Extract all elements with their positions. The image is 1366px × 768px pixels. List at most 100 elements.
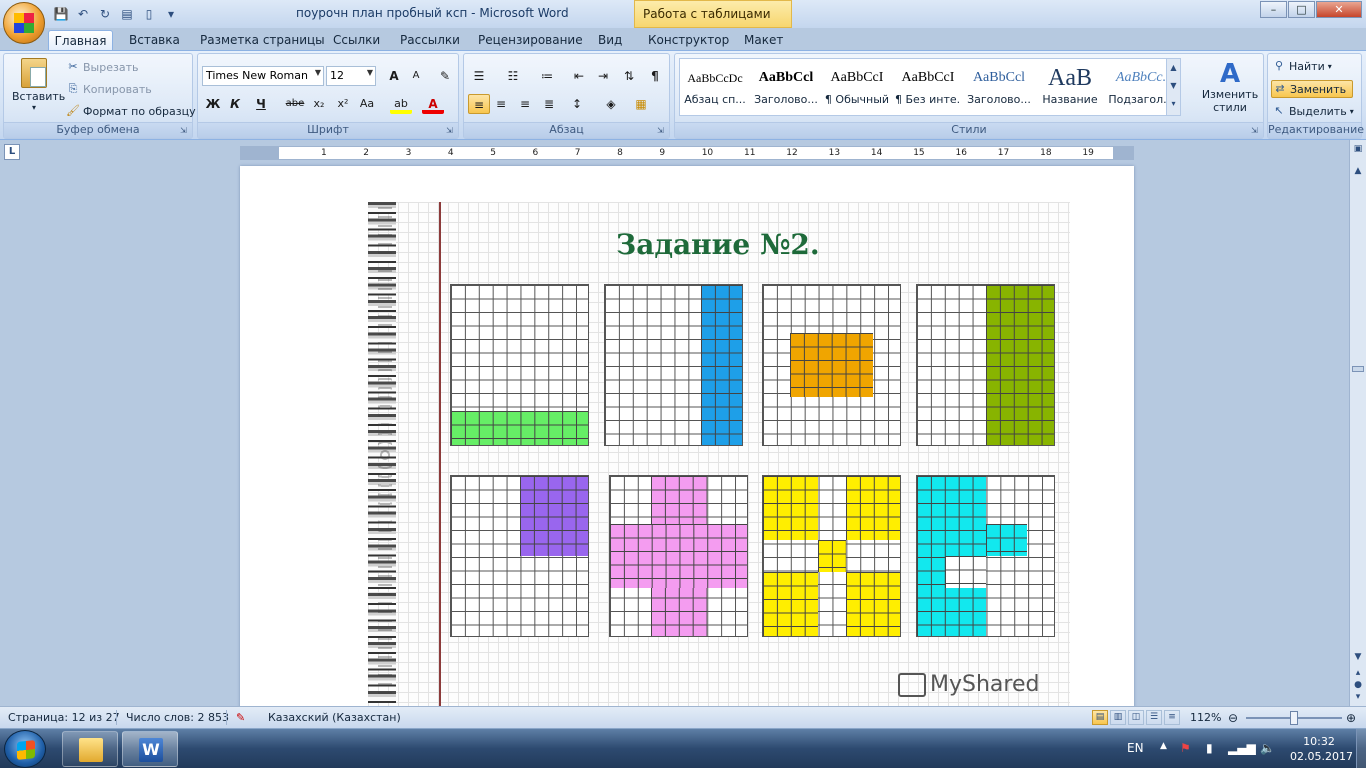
numbering-icon[interactable]: ☷	[502, 66, 524, 86]
cut-button[interactable]: ✂ Вырезать	[66, 60, 138, 74]
clear-format-icon[interactable]: ✎	[434, 66, 456, 86]
style-item-no-spacing[interactable]: AaBbCcI ¶ Без инте...	[895, 61, 961, 113]
paragraph-launcher-icon[interactable]: ⇲	[657, 126, 667, 136]
redo-icon[interactable]: ↻	[96, 5, 114, 23]
print-layout-icon[interactable]: ▤	[1092, 710, 1108, 725]
scroll-thumb[interactable]	[1352, 366, 1364, 372]
next-page-icon[interactable]: ▾	[1351, 690, 1365, 704]
increase-indent-icon[interactable]: ⇥	[592, 66, 614, 86]
vertical-scrollbar[interactable]: ▣ ▲ ▼ ▴ ● ▾	[1349, 140, 1366, 706]
tab-home[interactable]: Главная	[48, 30, 113, 50]
font-size-combo[interactable]: 12 ▼	[326, 66, 376, 86]
zoom-slider-thumb[interactable]	[1290, 711, 1298, 725]
action-center-icon[interactable]: ⚑	[1180, 741, 1191, 755]
style-item-normal[interactable]: AaBbCcI ¶ Обычный	[824, 61, 890, 113]
font-name-combo[interactable]: Times New Roman ▼	[202, 66, 324, 86]
language-indicator[interactable]: Казахский (Казахстан)	[268, 711, 401, 724]
tray-expand-icon[interactable]: ▲	[1160, 741, 1167, 751]
change-case-button[interactable]: Aa	[356, 94, 378, 114]
justify-icon[interactable]: ≣	[538, 94, 560, 114]
shrink-font-button[interactable]: A	[405, 66, 427, 86]
scroll-down-icon[interactable]: ▼	[1351, 650, 1365, 664]
copy-button[interactable]: ⎘ Копировать	[66, 82, 152, 96]
align-right-icon[interactable]: ≡	[514, 94, 536, 114]
gallery-scroll[interactable]: ▲ ▼ ▾	[1166, 59, 1180, 115]
highlight-button[interactable]: ab	[390, 94, 412, 114]
zoom-level[interactable]: 112%	[1190, 711, 1221, 724]
document-page[interactable]: Задание №2. MyShared	[240, 166, 1134, 706]
format-painter-button[interactable]: 🖌 Формат по образцу	[66, 104, 196, 118]
embedded-slide-image[interactable]: Задание №2. MyShared	[368, 202, 1070, 706]
tab-review[interactable]: Рецензирование	[478, 30, 583, 50]
office-button[interactable]	[3, 2, 45, 44]
full-screen-reading-icon[interactable]: ▥	[1110, 710, 1126, 725]
close-button[interactable]: ✕	[1316, 1, 1362, 18]
font-launcher-icon[interactable]: ⇲	[446, 126, 456, 136]
select-button[interactable]: ↖ Выделить ▾	[1272, 104, 1353, 118]
word-taskbar-button[interactable]: W	[122, 731, 178, 767]
style-item-subtitle[interactable]: AaBbCc. Подзагол...	[1108, 61, 1174, 113]
tab-mailings[interactable]: Рассылки	[400, 30, 460, 50]
style-item-heading[interactable]: AaBbCcl Заголово...	[753, 61, 819, 113]
grow-font-button[interactable]: A	[383, 66, 405, 86]
page-view-icon[interactable]: ▤	[118, 5, 136, 23]
customize-dropdown-icon[interactable]: ▾	[162, 5, 180, 23]
shading-icon[interactable]: ◈	[600, 94, 622, 114]
align-center-icon[interactable]: ≡	[490, 94, 512, 114]
style-item-list-paragraph[interactable]: AaBbCcDc Абзац сп...	[682, 61, 748, 113]
volume-icon[interactable]: 🔈	[1260, 741, 1275, 755]
network-icon[interactable]: ▂▄▆	[1228, 741, 1256, 755]
replace-button[interactable]: ⇄ Заменить	[1271, 80, 1354, 98]
font-color-button[interactable]: A	[422, 94, 444, 114]
tab-view[interactable]: Вид	[598, 30, 622, 50]
zoom-out-icon[interactable]: ⊖	[1228, 711, 1238, 725]
web-layout-icon[interactable]: ◫	[1128, 710, 1144, 725]
style-item-title[interactable]: AaB Название	[1037, 61, 1103, 113]
zoom-in-icon[interactable]: ⊕	[1346, 711, 1356, 725]
minimize-button[interactable]: –	[1260, 1, 1287, 18]
undo-icon[interactable]: ↶	[74, 5, 92, 23]
tab-references[interactable]: Ссылки	[333, 30, 380, 50]
underline-button[interactable]: Ч	[250, 94, 272, 114]
bullets-icon[interactable]: ☰	[468, 66, 490, 86]
decrease-indent-icon[interactable]: ⇤	[568, 66, 590, 86]
save-icon[interactable]: 💾	[52, 5, 70, 23]
page-count[interactable]: Страница: 12 из 27	[8, 711, 120, 724]
superscript-button[interactable]: x²	[332, 94, 354, 114]
draft-icon[interactable]: ≡	[1164, 710, 1180, 725]
outline-icon[interactable]: ☰	[1146, 710, 1162, 725]
document-icon[interactable]: ▯	[140, 5, 158, 23]
align-left-icon[interactable]: ≡	[468, 94, 490, 114]
change-styles-button[interactable]: A Изменить стили	[1199, 60, 1261, 114]
tab-insert[interactable]: Вставка	[129, 30, 180, 50]
find-button[interactable]: ⚲ Найти ▾	[1272, 59, 1332, 73]
clock[interactable]: 10:32 02.05.2017	[1290, 734, 1353, 764]
battery-icon[interactable]: ▮	[1206, 741, 1213, 755]
styles-launcher-icon[interactable]: ⇲	[1251, 126, 1261, 136]
horizontal-ruler[interactable]: 1 2 3 4 5 6 7 8 9 10 11 12 13 14 15 16 17 18 19	[240, 146, 1134, 160]
subscript-button[interactable]: x₂	[308, 94, 330, 114]
tab-page-layout[interactable]: Разметка страницы	[200, 30, 325, 50]
scroll-up-icon[interactable]: ▲	[1351, 164, 1365, 178]
input-language[interactable]: EN	[1127, 741, 1144, 755]
tab-selector[interactable]: L	[4, 144, 20, 160]
italic-button[interactable]: К	[224, 94, 246, 114]
strikethrough-button[interactable]: abe	[284, 94, 306, 114]
tab-layout[interactable]: Макет	[744, 30, 783, 50]
explorer-taskbar-button[interactable]	[62, 731, 118, 767]
paste-button[interactable]: Вставить ▾	[12, 58, 65, 112]
multilevel-list-icon[interactable]: ≔	[536, 66, 558, 86]
clipboard-launcher-icon[interactable]: ⇲	[180, 126, 190, 136]
document-workspace[interactable]: Задание №2. MyShared	[0, 162, 1349, 706]
sort-icon[interactable]: ⇅	[618, 66, 640, 86]
bold-button[interactable]: Ж	[202, 94, 224, 114]
spellcheck-icon[interactable]: ✎	[236, 711, 245, 724]
start-button[interactable]	[4, 730, 46, 768]
tab-design[interactable]: Конструктор	[648, 30, 729, 50]
show-desktop-button[interactable]	[1356, 729, 1366, 768]
borders-icon[interactable]: ▦	[630, 94, 652, 114]
show-marks-button[interactable]: ¶	[644, 66, 666, 86]
word-count[interactable]: Число слов: 2 853	[126, 711, 229, 724]
style-item-heading-2[interactable]: AaBbCcl Заголово...	[966, 61, 1032, 113]
line-spacing-icon[interactable]: ↕	[566, 94, 588, 114]
